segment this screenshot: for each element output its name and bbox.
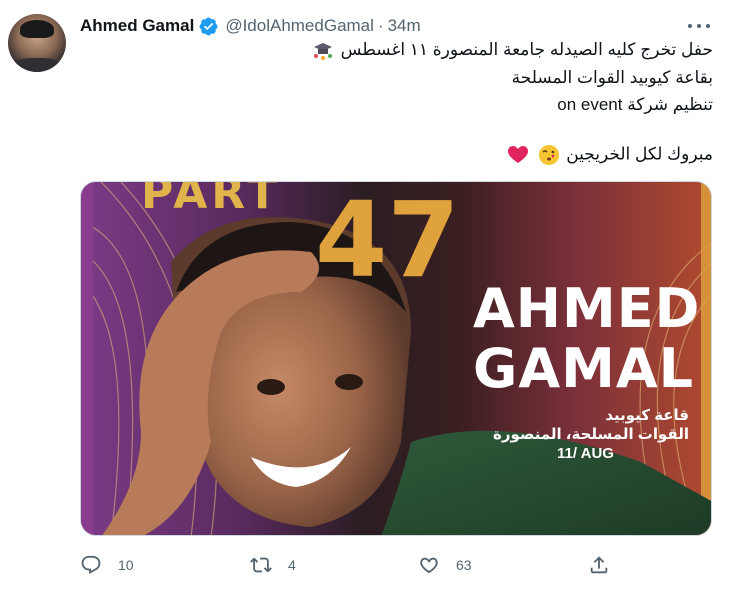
retweet-icon xyxy=(250,557,272,573)
avatar[interactable] xyxy=(8,14,66,72)
author-name[interactable]: Ahmed Gamal xyxy=(80,16,194,36)
tweet-text: حفل تخرج كليه الصيدله جامعة المنصورة ١١ … xyxy=(340,40,713,59)
tweet-media-image[interactable]: PART 47 AHMED GAMAL قاعة كيوبيد القوات ا… xyxy=(80,181,712,536)
more-dot xyxy=(697,24,701,28)
reply-count: 10 xyxy=(118,557,134,573)
graduation-celebration-emoji-icon xyxy=(313,42,332,60)
more-options-icon[interactable] xyxy=(688,17,710,35)
verified-badge-icon xyxy=(199,17,218,35)
tweet-text: تنظيم شركة on event xyxy=(557,95,713,114)
tweet-actions: 10 4 63 xyxy=(80,551,640,579)
poster-part-text: PART xyxy=(141,181,282,219)
tweet-text-line-1: حفل تخرج كليه الصيدله جامعة المنصورة ١١ … xyxy=(310,40,713,61)
kiss-face-emoji-icon xyxy=(538,145,559,165)
author-handle[interactable]: @IdolAhmedGamal xyxy=(225,16,374,36)
tweet-text: مبروك لكل الخريجين xyxy=(566,144,713,164)
tweet[interactable]: Ahmed Gamal @IdolAhmedGamal · 34m حفل تخ… xyxy=(0,0,733,593)
tweet-text-line-3: تنظيم شركة on event xyxy=(557,95,713,115)
reply-button[interactable]: 10 xyxy=(80,551,134,579)
retweet-count: 4 xyxy=(288,557,296,573)
like-button[interactable]: 63 xyxy=(418,551,472,579)
tweet-text-line-2: بقاعة كيوبيد القوات المسلحة xyxy=(512,68,713,88)
poster-number: 47 xyxy=(315,181,460,301)
more-dot xyxy=(706,24,710,28)
tweet-text: بقاعة كيوبيد القوات المسلحة xyxy=(511,68,713,87)
poster-name-last: GAMAL xyxy=(473,337,695,400)
separator-dot: · xyxy=(377,16,384,35)
tweet-timestamp[interactable]: 34m xyxy=(388,16,421,36)
poster-name-first: AHMED xyxy=(473,277,701,340)
avatar-hair xyxy=(20,20,54,38)
tweet-text-line-4: مبروك لكل الخريجين xyxy=(505,144,713,166)
poster-date: 11/ AUG xyxy=(557,445,614,462)
poster-venue-line-2: القوات المسلحة، المنصورة xyxy=(493,426,689,443)
share-button[interactable] xyxy=(588,551,610,579)
like-count: 63 xyxy=(456,557,472,573)
red-heart-emoji-icon xyxy=(507,146,528,163)
avatar-shirt xyxy=(12,58,62,72)
heart-icon xyxy=(420,557,438,574)
more-dot xyxy=(688,24,692,28)
retweet-button[interactable]: 4 xyxy=(250,551,296,579)
share-icon xyxy=(590,556,608,574)
reply-icon xyxy=(81,555,101,574)
tweet-header: Ahmed Gamal @IdolAhmedGamal · 34m xyxy=(80,14,421,38)
poster-venue-line-1: قاعة كيوبيد xyxy=(605,407,689,424)
